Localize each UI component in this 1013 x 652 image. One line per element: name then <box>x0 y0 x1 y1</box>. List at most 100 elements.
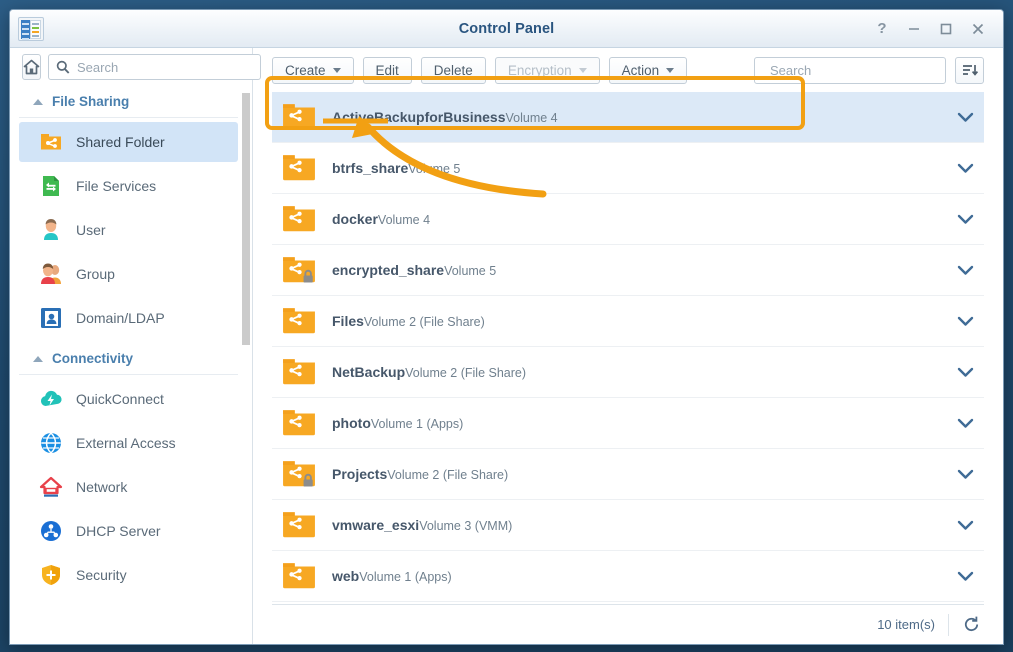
shared-folder-encrypted-icon <box>282 458 316 490</box>
shared-folder-volume: Volume 4 <box>377 212 431 227</box>
sidebar-item-label: Group <box>76 266 115 282</box>
encryption-button: Encryption <box>494 57 600 84</box>
minimize-icon[interactable] <box>899 16 929 42</box>
row-text: dockerVolume 4 <box>332 210 950 229</box>
table-row[interactable]: ActiveBackupforBusinessVolume 4 <box>272 92 984 143</box>
shared-folder-name: photo <box>332 414 371 431</box>
shared-folder-name: NetBackup <box>332 363 406 380</box>
chevron-down-icon[interactable] <box>950 367 980 378</box>
file-services-icon <box>39 174 63 198</box>
sidebar-item-file-services[interactable]: File Services <box>19 166 238 206</box>
sidebar-item-user[interactable]: User <box>19 210 238 250</box>
shared-folder-name: encrypted_share <box>332 261 445 278</box>
sidebar-search-box[interactable] <box>48 54 261 80</box>
sidebar-item-label: Domain/LDAP <box>76 310 165 326</box>
shared-folder-name: web <box>332 567 360 584</box>
quickconnect-icon <box>39 387 63 411</box>
table-row[interactable]: FilesVolume 2 (File Share) <box>272 296 984 347</box>
control-panel-window: Control Panel ? Search File Sharing Shar… <box>9 9 1004 645</box>
sidebar-item-label: Network <box>76 479 128 495</box>
delete-button[interactable]: Delete <box>420 57 486 84</box>
shared-folder-volume: Volume 5 <box>444 263 497 278</box>
table-row[interactable]: dockerVolume 4 <box>272 194 984 245</box>
table-row[interactable]: photoVolume 1 (Apps) <box>272 398 984 449</box>
chevron-down-icon[interactable] <box>950 418 980 429</box>
shared-folder-volume: Volume 3 (VMM) <box>419 518 513 533</box>
sidebar-item-shared-folder[interactable]: Shared Folder <box>19 122 238 162</box>
sidebar-group-label: Connectivity <box>52 351 134 366</box>
chevron-up-icon <box>33 355 43 362</box>
encryption-button-label: Encryption <box>507 63 572 78</box>
search-icon <box>56 60 70 74</box>
chevron-down-icon[interactable] <box>950 265 980 276</box>
sidebar-scrollbar-thumb[interactable] <box>242 93 250 345</box>
sidebar-search-input[interactable] <box>77 59 253 75</box>
shared-folder-volume: Volume 2 (File Share) <box>363 314 485 329</box>
chevron-down-icon[interactable] <box>950 214 980 225</box>
sidebar-item-external-access[interactable]: External Access <box>19 423 238 463</box>
sidebar-item-dhcp-server[interactable]: DHCP Server <box>19 511 238 551</box>
table-row[interactable]: vmware_esxiVolume 3 (VMM) <box>272 500 984 551</box>
sidebar-item-group[interactable]: Group <box>19 254 238 294</box>
sidebar-scrollbar[interactable] <box>242 89 250 642</box>
sidebar-item-security[interactable]: Security <box>19 555 238 595</box>
sidebar-item-label: User <box>76 222 106 238</box>
external-access-icon <box>39 431 63 455</box>
sidebar-group-file-sharing[interactable]: File Sharing <box>19 87 238 118</box>
shared-folder-volume: Volume 2 (File Share) <box>405 365 527 380</box>
user-icon <box>39 218 63 242</box>
table-row[interactable]: webVolume 1 (Apps) <box>272 551 984 602</box>
network-icon <box>39 475 63 499</box>
shared-folder-icon <box>282 560 316 592</box>
row-text: ActiveBackupforBusinessVolume 4 <box>332 108 950 127</box>
shared-folder-volume: Volume 5 <box>408 161 461 176</box>
create-button-label: Create <box>285 63 326 78</box>
action-button[interactable]: Action <box>608 57 688 84</box>
sidebar-group-connectivity[interactable]: Connectivity <box>19 344 238 375</box>
create-button[interactable]: Create <box>272 57 354 84</box>
chevron-down-icon[interactable] <box>950 520 980 531</box>
chevron-down-icon[interactable] <box>950 163 980 174</box>
sidebar-item-label: Security <box>76 567 127 583</box>
sidebar-item-domain-ldap[interactable]: Domain/LDAP <box>19 298 238 338</box>
dhcp-server-icon <box>39 519 63 543</box>
sidebar-item-network[interactable]: Network <box>19 467 238 507</box>
window-titlebar[interactable]: Control Panel ? <box>10 10 1003 48</box>
table-row[interactable]: ProjectsVolume 2 (File Share) <box>272 449 984 500</box>
page-title: Control Panel <box>458 20 555 37</box>
row-text: FilesVolume 2 (File Share) <box>332 312 950 331</box>
shared-folder-volume: Volume 1 (Apps) <box>359 569 452 584</box>
search-input[interactable] <box>770 63 946 78</box>
shared-folder-icon <box>282 152 316 184</box>
sidebar-item-quickconnect[interactable]: QuickConnect <box>19 379 238 419</box>
table-row[interactable]: NetBackupVolume 2 (File Share) <box>272 347 984 398</box>
help-icon[interactable]: ? <box>867 16 897 42</box>
shared-folder-icon <box>282 305 316 337</box>
group-icon <box>39 262 63 286</box>
sidebar-item-label: Shared Folder <box>76 134 165 150</box>
item-count: 10 item(s) <box>877 617 935 632</box>
row-text: webVolume 1 (Apps) <box>332 567 950 586</box>
refresh-icon[interactable] <box>948 613 984 636</box>
home-icon[interactable] <box>22 54 41 80</box>
row-text: photoVolume 1 (Apps) <box>332 414 950 433</box>
table-row[interactable]: encrypted_shareVolume 5 <box>272 245 984 296</box>
chevron-down-icon[interactable] <box>950 469 980 480</box>
shared-folder-icon <box>282 407 316 439</box>
chevron-down-icon[interactable] <box>950 571 980 582</box>
chevron-down-icon[interactable] <box>950 316 980 327</box>
delete-button-label: Delete <box>433 63 473 78</box>
shared-folder-icon <box>282 509 316 541</box>
main-content: Create Edit Delete Encryption Action Sea… <box>253 48 1003 644</box>
maximize-icon[interactable] <box>931 16 961 42</box>
chevron-down-icon <box>332 68 341 73</box>
close-icon[interactable] <box>963 16 993 42</box>
chevron-down-icon[interactable] <box>950 112 980 123</box>
search-box[interactable] <box>754 57 946 84</box>
shared-folder-volume: Volume 2 (File Share) <box>387 467 509 482</box>
edit-button[interactable]: Edit <box>362 57 412 84</box>
shared-folder-name: btrfs_share <box>332 159 409 176</box>
shared-folder-list: ActiveBackupforBusinessVolume 4 btrfs_sha… <box>272 92 984 602</box>
sort-descending-icon[interactable] <box>955 57 984 84</box>
table-row[interactable]: btrfs_shareVolume 5 <box>272 143 984 194</box>
